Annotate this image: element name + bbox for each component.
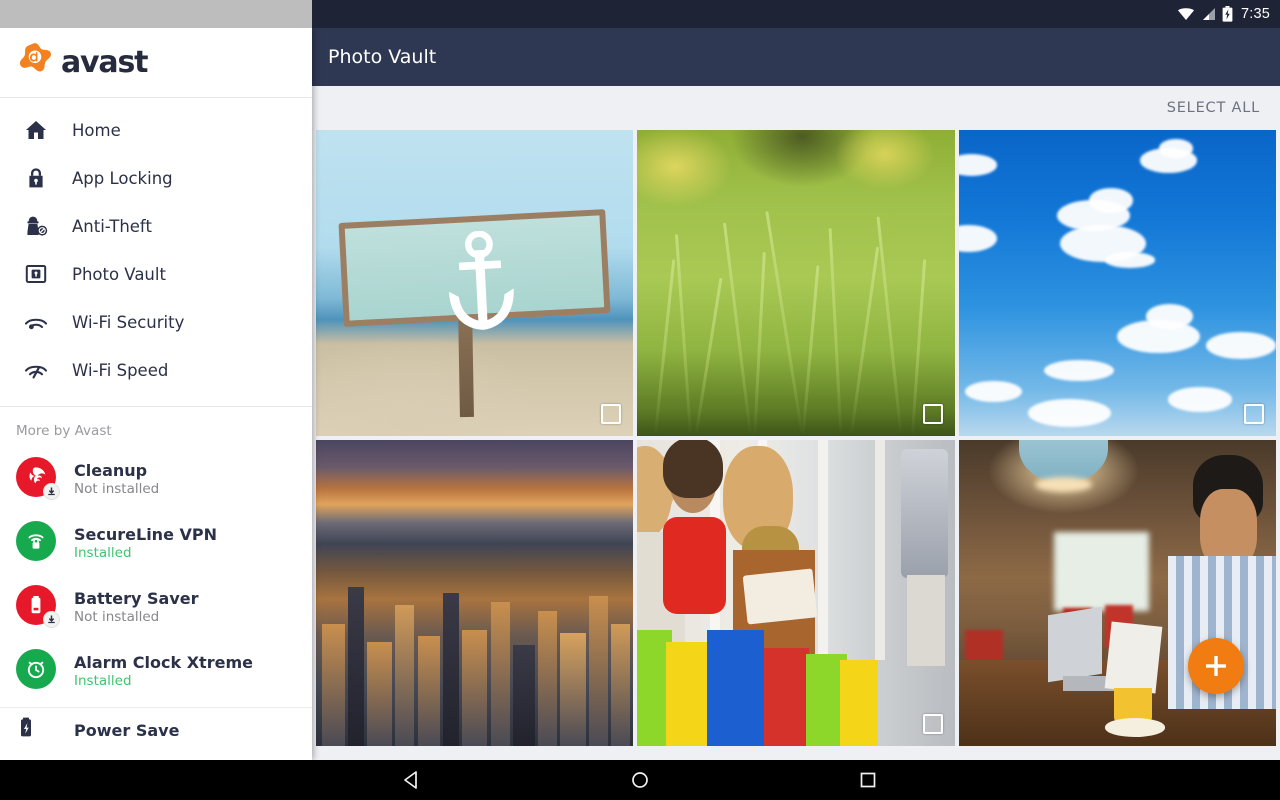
photo-blue-sky (958, 130, 1276, 436)
app-name: SecureLine VPN (74, 525, 217, 544)
app-text: Alarm Clock Xtreme Installed (74, 653, 253, 689)
app-name: Alarm Clock Xtreme (74, 653, 253, 672)
app-icon-wrap (16, 717, 60, 743)
sidebar-item-wifi-security[interactable]: Wi-Fi Security (0, 298, 312, 346)
sidebar-item-anti-theft[interactable]: Anti-Theft (0, 202, 312, 250)
more-by-avast-heading: More by Avast (16, 423, 112, 439)
selection-toolbar: SELECT ALL (312, 86, 1280, 130)
app-icon-wrap (16, 585, 60, 629)
thief-blocked-icon (16, 214, 56, 238)
android-nav-bar (0, 760, 1280, 800)
more-app-battery-saver[interactable]: Battery Saver Not installed (0, 575, 312, 639)
sidebar-item-app-locking[interactable]: App Locking (0, 154, 312, 202)
anchor-icon (448, 230, 514, 330)
app-icon-wrap (16, 457, 60, 501)
sidebar-item-photo-vault[interactable]: Photo Vault (0, 250, 312, 298)
back-button[interactable] (388, 760, 436, 800)
photo-checkbox[interactable] (922, 404, 943, 424)
status-bar-icons (1177, 6, 1233, 22)
app-status: Installed (74, 673, 132, 689)
download-badge-icon (43, 611, 60, 628)
photo-green-grass (637, 130, 955, 436)
download-badge-icon (43, 483, 60, 500)
sidebar-item-wifi-speed[interactable]: Wi-Fi Speed (0, 346, 312, 394)
sidebar-item-label: Anti-Theft (72, 216, 152, 236)
more-app-power-save[interactable]: Power Save (0, 708, 312, 752)
app-icon-wrap (16, 649, 60, 693)
safe-icon (16, 262, 56, 286)
app-name: Power Save (74, 720, 180, 740)
app-bar: Photo Vault (312, 28, 1280, 86)
power-save-icon (21, 717, 31, 737)
circle-icon (632, 772, 648, 788)
wifi-speed-icon (16, 358, 56, 382)
photo-tile[interactable] (316, 130, 634, 436)
more-app-alarm-clock-xtreme[interactable]: Alarm Clock Xtreme Installed (0, 639, 312, 703)
status-bar-clock: 7:35 (1240, 6, 1270, 22)
navigation-drawer: avast Home App Locking Anti-Theft Photo … (0, 28, 312, 760)
vpn-lock-icon (16, 521, 56, 561)
sidebar-item-label: Wi-Fi Security (72, 312, 185, 332)
page-title: Photo Vault (328, 46, 437, 68)
signal-icon (1201, 7, 1216, 21)
photo-tile[interactable] (958, 440, 1276, 746)
sidebar-item-home[interactable]: Home (0, 106, 312, 154)
photo-women-shopping (637, 440, 955, 746)
sidebar-item-label: Home (72, 120, 121, 140)
status-bar: 7:35 (0, 0, 1280, 28)
app-status: Installed (74, 545, 132, 561)
primary-nav: Home App Locking Anti-Theft Photo Vault … (0, 98, 312, 407)
sidebar-item-label: Photo Vault (72, 264, 166, 284)
app-icon-wrap (16, 521, 60, 565)
more-app-secureline-vpn[interactable]: SecureLine VPN Installed (0, 511, 312, 575)
avast-logo: avast (16, 41, 148, 84)
photo-grid (312, 130, 1280, 746)
photo-checkbox[interactable] (601, 404, 622, 424)
photo-checkbox[interactable] (922, 714, 943, 734)
photo-beach-sign (316, 130, 634, 436)
home-button[interactable] (616, 760, 664, 800)
recents-button[interactable] (844, 760, 892, 800)
alarm-clock-icon (16, 649, 56, 689)
photo-tile[interactable] (958, 130, 1276, 436)
battery-charging-icon (1222, 6, 1233, 22)
avast-mark-icon (16, 41, 54, 84)
sidebar-item-label: App Locking (72, 168, 173, 188)
photo-man-in-cafe (958, 440, 1276, 746)
square-icon (860, 772, 876, 788)
add-photo-fab[interactable] (1188, 638, 1244, 694)
plus-icon (1206, 656, 1226, 676)
photo-tile[interactable] (316, 440, 634, 746)
photo-tile[interactable] (637, 440, 955, 746)
app-status: Not installed (74, 481, 160, 497)
app-name: Battery Saver (74, 589, 199, 608)
home-icon (16, 118, 56, 142)
app-text: SecureLine VPN Installed (74, 525, 217, 561)
photo-checkbox[interactable] (1244, 404, 1264, 424)
triangle-left-icon (404, 771, 417, 789)
brand-header: avast (0, 28, 312, 98)
app-text: Power Save (74, 721, 179, 740)
select-all-button[interactable]: SELECT ALL (1159, 94, 1268, 122)
app-text: Cleanup Not installed (74, 461, 159, 497)
wifi-icon (1177, 7, 1195, 21)
photo-city-sunset (316, 440, 634, 746)
more-app-cleanup[interactable]: Cleanup Not installed (0, 447, 312, 511)
photo-tile[interactable] (637, 130, 955, 436)
app-text: Battery Saver Not installed (74, 589, 199, 625)
brand-name: avast (61, 45, 148, 80)
sidebar-item-label: Wi-Fi Speed (72, 360, 169, 380)
app-name: Cleanup (74, 461, 148, 480)
status-bar-drawer-overlay (0, 0, 312, 28)
wifi-shield-icon (16, 310, 56, 334)
main-content: Photo Vault SELECT ALL (312, 28, 1280, 760)
lock-icon (16, 166, 56, 190)
app-status: Not installed (74, 609, 160, 625)
app-root: 7:35 avast Home App Locking Anti-Theft P… (0, 0, 1280, 800)
